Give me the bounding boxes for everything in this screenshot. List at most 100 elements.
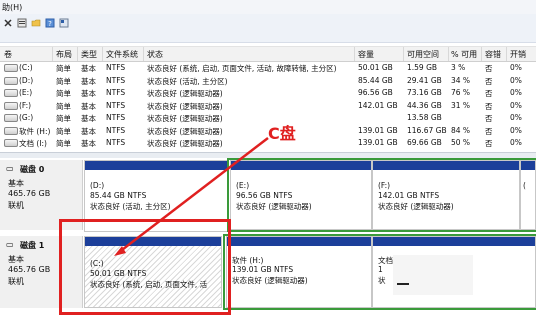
volume-row[interactable]: (D:) 简单 基本 NTFS 状态良好 (活动, 主分区) 85.44 GB 29.41 … [0, 75, 536, 86]
volume-fault-tolerance: 否 [485, 126, 493, 136]
volume-fault-tolerance: 否 [485, 139, 493, 148]
volume-overhead: 0% [510, 113, 522, 122]
annotation-label: C盘 [268, 124, 296, 143]
volume-name: 软件 (H:) [19, 126, 51, 136]
partition-bar [231, 161, 371, 170]
volume-icon [4, 126, 18, 135]
volume-icon [4, 139, 18, 147]
volume-fault-tolerance: 否 [485, 89, 493, 98]
svg-text:?: ? [48, 20, 52, 28]
partition-h[interactable]: 软件 (H:) 139.01 GB NTFS 状态良好 (逻辑驱动器) [226, 236, 372, 308]
disk-0-name: 磁盘 0 [20, 165, 45, 174]
disk-icon: ▭ [6, 164, 14, 173]
partition-f[interactable]: (F:) 142.01 GB NTFS 状态良好 (逻辑驱动器) [372, 160, 520, 230]
partition-i[interactable]: 文档 1 状 [372, 236, 536, 308]
partition-label: ( [523, 181, 526, 190]
col-free[interactable]: 可用空间 [407, 49, 439, 60]
volume-type: 基本 [81, 76, 96, 86]
partition-status: 状态良好 (逻辑驱动器) [232, 276, 308, 285]
disk-1-state: 联机 [8, 277, 24, 286]
col-type[interactable]: 类型 [81, 49, 97, 60]
volume-capacity: 139.01 GB [358, 125, 398, 135]
volume-type: 基本 [81, 126, 96, 136]
volume-icon [4, 114, 18, 122]
volume-overhead: 0% [510, 63, 522, 72]
col-pct-free[interactable]: % 可用 [451, 49, 477, 60]
volume-icon [4, 89, 18, 97]
disk-1-size: 465.76 GB [8, 265, 51, 274]
volume-name: (E:) [19, 88, 33, 97]
menu-help[interactable]: 助(H) [2, 2, 22, 13]
view-icon[interactable] [59, 18, 69, 28]
col-volume[interactable]: 卷 [4, 49, 12, 60]
disk-1-name: 磁盘 1 [20, 241, 45, 250]
volume-icon [4, 76, 18, 85]
volume-overhead: 0% [510, 88, 522, 97]
properties-icon[interactable] [17, 18, 27, 28]
volume-pct-free: 84 % [451, 125, 471, 135]
volume-fault-tolerance: 否 [485, 76, 493, 86]
partition-bar [521, 161, 535, 170]
volume-overhead: 0% [510, 125, 522, 135]
partition-bar [373, 161, 519, 170]
volume-icon [4, 64, 18, 72]
volume-row[interactable]: (E:) 简单 基本 NTFS 状态良好 (逻辑驱动器) 96.56 GB 73.16 GB… [0, 87, 536, 98]
volume-overhead: 0% [510, 100, 522, 110]
col-capacity[interactable]: 容量 [358, 49, 374, 60]
volume-type: 基本 [81, 64, 96, 73]
col-overhead[interactable]: 开销 [510, 49, 526, 60]
volume-capacity: 142.01 GB [358, 100, 398, 110]
volume-free: 13.58 GB [407, 113, 442, 122]
volume-pct-free: 34 % [451, 75, 471, 85]
volume-free: 116.67 GB [407, 125, 447, 135]
blurred-region [393, 255, 473, 295]
toolbar: ? [0, 14, 536, 43]
col-layout[interactable]: 布局 [56, 49, 72, 60]
volume-type: 基本 [81, 139, 96, 148]
col-status[interactable]: 状态 [147, 49, 163, 60]
volume-status: 状态良好 (活动, 主分区) [147, 76, 228, 86]
volume-layout: 简单 [56, 126, 71, 136]
volume-layout: 简单 [56, 139, 71, 148]
volume-name: (D:) [19, 75, 34, 85]
partition-status: 状 [378, 276, 386, 285]
disk-0-state: 联机 [8, 201, 24, 210]
volume-list-header: 卷 布局 类型 文件系统 状态 容量 可用空间 % 可用 容错 开销 [0, 46, 536, 62]
volume-free: 44.36 GB [407, 100, 442, 110]
volume-free: 73.16 GB [407, 88, 442, 97]
partition-status: 状态良好 (活动, 主分区) [90, 202, 171, 211]
volume-capacity: 50.01 GB [358, 63, 393, 72]
col-filesystem[interactable]: 文件系统 [106, 49, 138, 60]
volume-fs: NTFS [106, 125, 126, 135]
partition-label: (D:) [90, 181, 105, 190]
volume-status: 状态良好 (系统, 启动, 页面文件, 活动, 故障转储, 主分区) [147, 64, 337, 73]
volume-fault-tolerance: 否 [485, 64, 493, 73]
folder-icon[interactable] [31, 18, 41, 28]
volume-free: 69.66 GB [407, 138, 442, 147]
volume-status: 状态良好 (逻辑驱动器) [147, 101, 223, 111]
volume-fs: NTFS [106, 113, 126, 122]
partition-bar [373, 237, 535, 246]
volume-pct-free: 3 % [451, 63, 466, 72]
volume-layout: 简单 [56, 89, 71, 98]
partition-g[interactable]: ( [520, 160, 536, 230]
partition-size: 142.01 GB NTFS [378, 191, 440, 200]
volume-fs: NTFS [106, 88, 126, 97]
close-icon[interactable] [3, 18, 13, 28]
partition-bar [85, 161, 227, 170]
help-icon[interactable]: ? [45, 18, 55, 28]
partition-e[interactable]: (E:) 96.56 GB NTFS 状态良好 (逻辑驱动器) [230, 160, 372, 230]
volume-name: (F:) [19, 100, 32, 110]
volume-pct-free: 76 % [451, 88, 471, 97]
volume-layout: 简单 [56, 114, 71, 123]
volume-row[interactable]: (C:) 简单 基本 NTFS 状态良好 (系统, 启动, 页面文件, 活动, 故障转储… [0, 62, 536, 73]
volume-capacity: 139.01 GB [358, 138, 398, 147]
partition-size: 139.01 GB NTFS [232, 265, 294, 274]
disk-1-type: 基本 [8, 255, 24, 264]
partition-label: (F:) [378, 181, 391, 190]
partition-size: 1 [378, 265, 383, 274]
volume-type: 基本 [81, 89, 96, 98]
col-fault-tolerance[interactable]: 容错 [485, 49, 501, 60]
volume-row[interactable]: (F:) 简单 基本 NTFS 状态良好 (逻辑驱动器) 142.01 GB 44.36 G… [0, 100, 536, 111]
volume-name: (C:) [19, 63, 33, 72]
